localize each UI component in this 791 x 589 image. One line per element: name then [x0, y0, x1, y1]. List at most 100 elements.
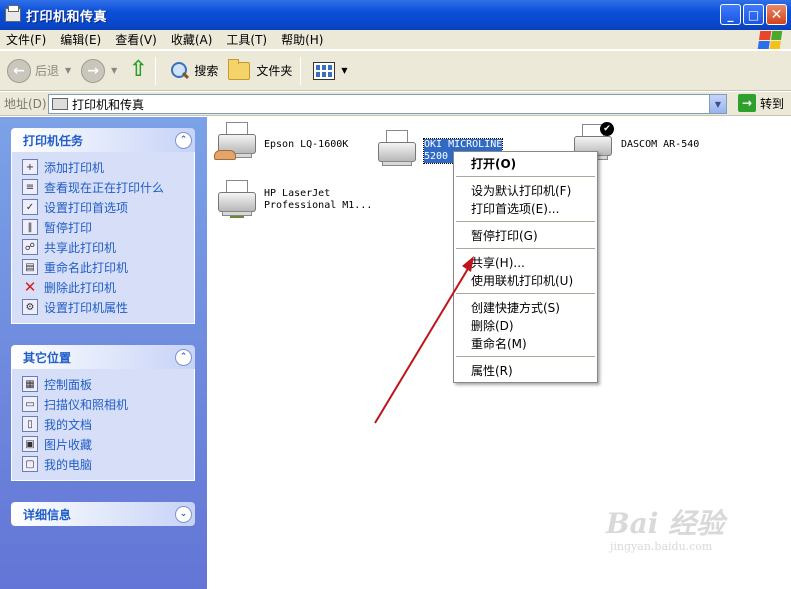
folders-label: 文件夹	[256, 64, 293, 78]
printer-label-epson[interactable]: Epson LQ-1600K	[264, 139, 348, 151]
expand-icon[interactable]: ⌄	[175, 505, 192, 523]
maximize-button[interactable]: □	[743, 4, 764, 25]
printer-label-hp[interactable]: HP LaserJet Professional M1...	[264, 188, 372, 212]
search-label: 搜索	[194, 64, 219, 78]
place-my-computer[interactable]: ▢ 我的电脑	[22, 454, 194, 474]
place-my-pictures[interactable]: ▣ 图片收藏	[22, 434, 194, 454]
menu-item-set-default[interactable]: 设为默认打印机(F)	[454, 181, 597, 199]
printer-label-dascom[interactable]: DASCOM AR-540	[621, 139, 699, 151]
network-printer-icon[interactable]	[214, 178, 258, 218]
shared-printer-icon[interactable]	[214, 120, 258, 160]
collapse-icon[interactable]: ⌃	[175, 131, 192, 149]
close-button[interactable]: ✕	[766, 4, 787, 25]
folders-button[interactable]: 文件夹	[225, 56, 295, 86]
task-properties[interactable]: ⚙ 设置打印机属性	[22, 297, 194, 317]
go-label: 转到	[760, 96, 785, 111]
details-header[interactable]: 详细信息 ⌄	[11, 502, 195, 526]
forward-arrow-icon: →	[81, 58, 106, 83]
documents-icon: ▯	[22, 416, 38, 432]
printer-tasks-list: + 添加打印机 ≡ 查看现在正在打印什么 ✓ 设置打印首选项 ‖ 暂停打印 ☍ 共享此打印…	[11, 152, 195, 324]
share-icon: ☍	[22, 239, 38, 255]
chevron-down-icon: ▼	[111, 66, 118, 75]
chevron-down-icon: ▼	[65, 66, 72, 75]
go-arrow-icon: →	[738, 94, 756, 112]
menu-item-shortcut[interactable]: 创建快捷方式(S)	[454, 298, 597, 316]
task-pause[interactable]: ‖ 暂停打印	[22, 217, 194, 237]
task-share[interactable]: ☍ 共享此打印机	[22, 237, 194, 257]
other-places-title: 其它位置	[23, 350, 72, 365]
back-arrow-icon: ←	[7, 58, 31, 83]
printer-tasks-panel: 打印机任务 ⌃ + 添加打印机 ≡ 查看现在正在打印什么 ✓ 设置打印首选项 ‖ 暂停打…	[11, 128, 195, 324]
address-label: 地址(D)	[4, 97, 47, 111]
task-label: 删除此打印机	[44, 280, 117, 295]
back-button[interactable]: ← 后退 ▼	[4, 56, 74, 86]
address-bar: 地址(D) 打印机和传真 ▼ → 转到	[0, 92, 791, 116]
menu-edit[interactable]: 编辑(E)	[60, 31, 101, 48]
task-delete[interactable]: ✕ 删除此打印机	[22, 277, 194, 297]
task-rename[interactable]: ▤ 重命名此打印机	[22, 257, 194, 277]
scanner-icon: ▭	[22, 396, 38, 412]
printer-tasks-title: 打印机任务	[23, 133, 84, 148]
window-title: 打印机和传真	[26, 9, 108, 25]
address-value: 打印机和传真	[72, 97, 145, 112]
menu-file[interactable]: 文件(F)	[6, 31, 46, 48]
menu-item-pause[interactable]: 暂停打印(G)	[454, 226, 597, 244]
control-panel-icon: ▦	[22, 376, 38, 392]
address-field[interactable]: 打印机和传真 ▼	[48, 94, 727, 114]
title-bar: 打印机和传真 _ □ ✕	[0, 0, 791, 30]
task-label: 暂停打印	[44, 220, 93, 235]
views-button[interactable]: ▼	[310, 56, 350, 86]
details-title: 详细信息	[23, 507, 72, 522]
add-printer-icon: +	[22, 159, 38, 175]
pictures-icon: ▣	[22, 436, 38, 452]
menu-help[interactable]: 帮助(H)	[281, 31, 323, 48]
place-my-documents[interactable]: ▯ 我的文档	[22, 414, 194, 434]
delete-icon: ✕	[23, 278, 37, 296]
toolbar-separator	[300, 56, 302, 85]
up-folder-icon[interactable]: ⇧	[126, 58, 150, 83]
printer-icon	[52, 98, 68, 110]
printer-tasks-header[interactable]: 打印机任务 ⌃	[11, 128, 195, 152]
menu-item-rename[interactable]: 重命名(M)	[454, 334, 597, 352]
other-places-header[interactable]: 其它位置 ⌃	[11, 345, 195, 369]
menu-item-open[interactable]: 打开(O)	[454, 154, 597, 172]
chevron-down-icon[interactable]: ▼	[709, 95, 726, 113]
place-label: 控制面板	[44, 377, 93, 392]
search-button[interactable]: 搜索	[165, 56, 221, 86]
place-label: 我的文档	[44, 417, 93, 432]
watermark: Bai 经验 jingyan.baidu.com	[606, 502, 724, 553]
task-label: 重命名此打印机	[44, 260, 129, 275]
context-menu: 打开(O) 设为默认打印机(F) 打印首选项(E)... 暂停打印(G) 共享(…	[453, 151, 598, 383]
printer-icon[interactable]	[374, 128, 418, 168]
place-scanners[interactable]: ▭ 扫描仪和照相机	[22, 394, 194, 414]
menu-item-share[interactable]: 共享(H)...	[454, 253, 597, 271]
collapse-icon[interactable]: ⌃	[175, 348, 192, 366]
place-control-panel[interactable]: ▦ 控制面板	[22, 374, 194, 394]
views-icon	[313, 61, 336, 80]
minimize-button[interactable]: _	[720, 4, 741, 25]
task-view-queue[interactable]: ≡ 查看现在正在打印什么	[22, 177, 194, 197]
window-controls: _ □ ✕	[720, 4, 787, 25]
menu-tools[interactable]: 工具(T)	[226, 31, 267, 48]
task-label: 共享此打印机	[44, 240, 117, 255]
menu-item-properties[interactable]: 属性(R)	[454, 361, 597, 379]
task-pane: 打印机任务 ⌃ + 添加打印机 ≡ 查看现在正在打印什么 ✓ 设置打印首选项 ‖ 暂停打…	[0, 117, 207, 589]
pause-icon: ‖	[22, 219, 38, 235]
menu-separator	[456, 221, 595, 222]
rename-icon: ▤	[22, 259, 38, 275]
back-label: 后退	[35, 64, 60, 78]
preferences-icon: ✓	[22, 199, 38, 215]
menu-favorites[interactable]: 收藏(A)	[171, 31, 213, 48]
chevron-down-icon: ▼	[341, 66, 348, 75]
task-preferences[interactable]: ✓ 设置打印首选项	[22, 197, 194, 217]
task-add-printer[interactable]: + 添加打印机	[22, 157, 194, 177]
search-icon	[168, 60, 190, 82]
forward-button[interactable]: → ▼	[78, 56, 120, 86]
menu-view[interactable]: 查看(V)	[115, 31, 157, 48]
menu-item-delete[interactable]: 删除(D)	[454, 316, 597, 334]
go-button[interactable]: → 转到	[734, 94, 784, 112]
task-label: 设置打印首选项	[44, 200, 129, 215]
task-label: 查看现在正在打印什么	[44, 180, 165, 195]
menu-item-use-online[interactable]: 使用联机打印机(U)	[454, 271, 597, 289]
menu-item-preferences[interactable]: 打印首选项(E)...	[454, 199, 597, 217]
